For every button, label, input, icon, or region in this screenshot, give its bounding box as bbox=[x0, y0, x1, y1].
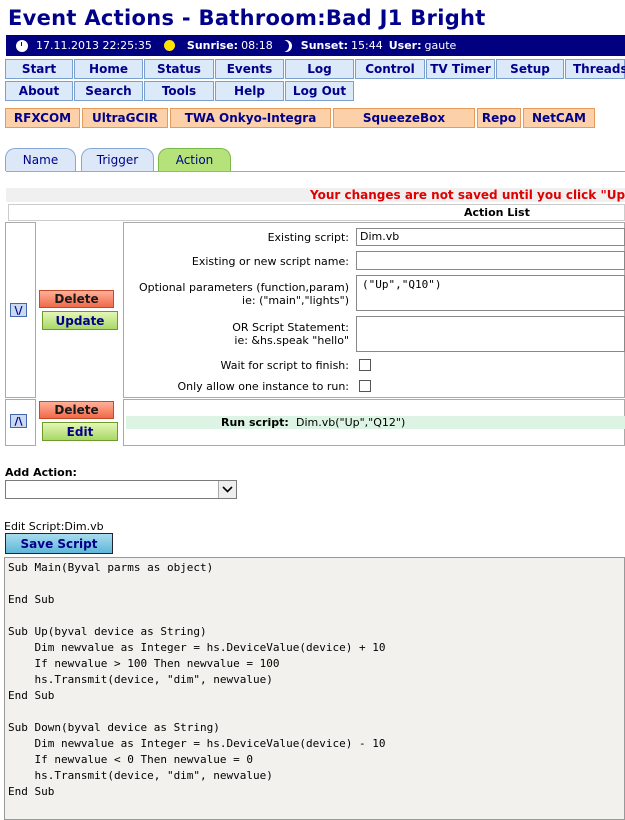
expand-arrow-icon[interactable]: /\ bbox=[10, 414, 27, 428]
chevron-down-icon[interactable] bbox=[218, 481, 236, 498]
edit-button[interactable]: Edit bbox=[42, 422, 118, 441]
edit-script-label: Edit Script:Dim.vb bbox=[4, 520, 104, 533]
action-2-summary: Run script: Dim.vb("Up","Q12") bbox=[126, 416, 625, 429]
menu-search[interactable]: Search bbox=[74, 81, 143, 101]
menu-about[interactable]: About bbox=[5, 81, 73, 101]
update-button[interactable]: Update bbox=[42, 311, 118, 330]
run-script-label: Run script: bbox=[221, 416, 289, 429]
unsaved-warning-text: Your changes are not saved until you cli… bbox=[310, 188, 625, 202]
menu-tools[interactable]: Tools bbox=[144, 81, 214, 101]
tab-name[interactable]: Name bbox=[5, 148, 76, 171]
menu-tv-timer[interactable]: TV Timer bbox=[426, 59, 495, 79]
plugin-twa-onkyo-integra[interactable]: TWA Onkyo-Integra bbox=[170, 108, 331, 128]
delete-action-1-button[interactable]: Delete bbox=[39, 290, 114, 308]
sunset-time: 15:44 bbox=[351, 39, 383, 52]
tab-divider bbox=[6, 171, 625, 172]
user-name: gaute bbox=[424, 39, 457, 52]
sun-icon bbox=[163, 40, 175, 51]
tab-action[interactable]: Action bbox=[158, 148, 231, 171]
existing-script-label: Existing script: bbox=[267, 231, 349, 244]
action-list-header: Action List bbox=[8, 204, 625, 221]
script-editor[interactable]: Sub Main(Byval parms as object) End Sub … bbox=[4, 557, 625, 820]
menu-start[interactable]: Start bbox=[5, 59, 73, 79]
statement-textarea[interactable] bbox=[356, 316, 625, 352]
run-script-value: Dim.vb("Up","Q12") bbox=[296, 416, 406, 429]
unsaved-warning: Your changes are not saved until you cli… bbox=[6, 188, 625, 202]
menu-help[interactable]: Help bbox=[215, 81, 284, 101]
action-1-buttons-column bbox=[35, 222, 124, 398]
info-bar: 17.11.2013 22:25:35 Sunrise: 08:18 Sunse… bbox=[6, 35, 625, 56]
wait-checkbox[interactable] bbox=[359, 359, 371, 371]
plugin-repo[interactable]: Repo bbox=[477, 108, 521, 128]
user-label: User: bbox=[388, 39, 422, 52]
sunset-label: Sunset: bbox=[300, 39, 349, 52]
params-hint: ie: ("main","lights") bbox=[242, 294, 349, 307]
params-textarea[interactable]: ("Up","Q10") bbox=[356, 275, 625, 311]
menu-threads[interactable]: Threads bbox=[565, 59, 625, 79]
add-action-select[interactable] bbox=[5, 480, 237, 499]
one-instance-label: Only allow one instance to run: bbox=[177, 380, 349, 393]
save-script-button[interactable]: Save Script bbox=[5, 533, 113, 554]
wait-label: Wait for script to finish: bbox=[220, 359, 349, 372]
menu-log[interactable]: Log bbox=[285, 59, 354, 79]
plugin-ultragcir[interactable]: UltraGCIR bbox=[82, 108, 168, 128]
script-name-input[interactable] bbox=[356, 251, 625, 270]
menu-home[interactable]: Home bbox=[74, 59, 143, 79]
existing-script-select[interactable]: Dim.vb bbox=[356, 228, 625, 246]
clock-icon bbox=[16, 39, 28, 52]
script-name-label: Existing or new script name: bbox=[191, 255, 349, 268]
plugin-squeezebox[interactable]: SqueezeBox bbox=[333, 108, 475, 128]
plugin-rfxcom[interactable]: RFXCOM bbox=[5, 108, 80, 128]
delete-action-2-button[interactable]: Delete bbox=[39, 401, 114, 419]
moon-icon bbox=[277, 40, 289, 52]
plugin-netcam[interactable]: NetCAM bbox=[523, 108, 595, 128]
sunrise-label: Sunrise: bbox=[186, 39, 239, 52]
params-label: Optional parameters (function,param) bbox=[138, 281, 349, 294]
statement-hint: ie: &hs.speak "hello" bbox=[234, 334, 349, 347]
menu-events[interactable]: Events bbox=[215, 59, 284, 79]
tab-trigger[interactable]: Trigger bbox=[81, 148, 154, 171]
page-title: Event Actions - Bathroom:Bad J1 Bright bbox=[8, 6, 486, 30]
menu-log-out[interactable]: Log Out bbox=[285, 81, 354, 101]
collapse-arrow-icon[interactable]: \/ bbox=[10, 303, 27, 317]
add-action-label: Add Action: bbox=[5, 466, 77, 479]
one-instance-checkbox[interactable] bbox=[359, 380, 371, 392]
menu-setup[interactable]: Setup bbox=[496, 59, 564, 79]
current-datetime: 17.11.2013 22:25:35 bbox=[36, 39, 152, 52]
statement-label: OR Script Statement: bbox=[232, 321, 349, 334]
action-list-title: Action List bbox=[464, 206, 530, 219]
menu-control[interactable]: Control bbox=[355, 59, 425, 79]
menu-status[interactable]: Status bbox=[144, 59, 214, 79]
sunrise-time: 08:18 bbox=[241, 39, 273, 52]
